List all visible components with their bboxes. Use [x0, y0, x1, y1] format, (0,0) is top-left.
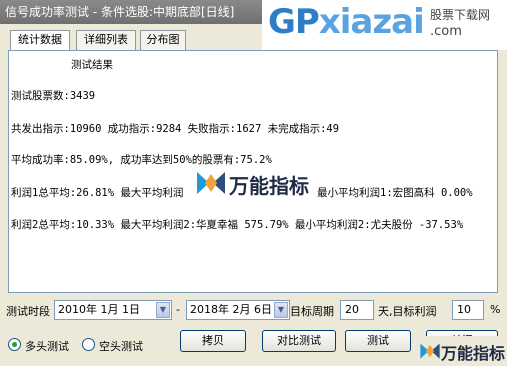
results-heading: 测试结果 — [71, 59, 113, 71]
long-test-label: 多头测试 — [25, 340, 69, 353]
bottom-watermark: 万能指标 — [417, 336, 507, 366]
watermark-xiazai: xiazai — [318, 2, 425, 42]
result-stock-count: 测试股票数:3439 — [11, 90, 96, 102]
result-profit1-avg: 利润1总平均:26.81% 最大平均利润 — [11, 187, 184, 199]
start-date-value: 2010年 1月 1日 — [58, 303, 140, 316]
center-watermark: 万能指标 — [195, 168, 315, 198]
short-test-label: 空头测试 — [99, 340, 143, 353]
result-profit1-min: 最小平均利润1:宏图高科 0.00% — [317, 187, 473, 199]
chevron-down-icon[interactable]: ▼ — [156, 302, 170, 318]
window-title: 信号成功率测试 - 条件选股:中期底部[日线] — [5, 5, 235, 19]
result-profit2: 利润2总平均:10.33% 最大平均利润2:华夏幸福 575.79% 最小平均利… — [11, 219, 464, 231]
test-window: 信号成功率测试 - 条件选股:中期底部[日线] GPxiazai 股票下载网 .… — [0, 0, 507, 366]
period-label: 测试时段 — [6, 305, 50, 318]
watermark-url: .com — [430, 24, 462, 39]
tab-distribution[interactable]: 分布图 — [140, 30, 186, 50]
target-period-label: 目标周期 — [290, 305, 334, 318]
test-button[interactable]: 测试 — [345, 330, 411, 352]
end-date-picker[interactable]: 2018年 2月 6日 ▼ — [186, 300, 290, 320]
result-signals: 共发出指示:10960 成功指示:9284 失败指示:1627 未完成指示:49 — [11, 123, 340, 135]
wanneng-logo-icon — [420, 343, 440, 359]
tab-stats[interactable]: 统计数据 — [10, 30, 70, 51]
radio-dot — [12, 342, 17, 347]
target-period-input[interactable]: 20 — [340, 300, 374, 320]
wanneng-logo-text: 万能指标 — [229, 174, 309, 198]
result-success-rate: 平均成功率:85.09%, 成功率达到50%的股票有:75.2% — [11, 154, 272, 166]
compare-test-button[interactable]: 对比测试 — [262, 330, 336, 352]
watermark-logo: GPxiazai — [268, 2, 425, 42]
watermark-cn: 股票下载网 — [430, 8, 491, 22]
radio-button[interactable] — [82, 338, 95, 351]
end-date-value: 2018年 2月 6日 — [190, 303, 272, 316]
percent-label: % — [490, 303, 501, 316]
radio-button[interactable] — [8, 338, 21, 351]
site-watermark: GPxiazai 股票下载网 .com — [262, 0, 507, 50]
chevron-down-icon[interactable]: ▼ — [274, 302, 288, 318]
wanneng-logo-text: 万能指标 — [441, 344, 506, 363]
target-profit-label: 天,目标利润 — [378, 305, 437, 318]
target-profit-input[interactable]: 10 — [452, 300, 484, 320]
wanneng-logo-icon — [197, 172, 225, 194]
start-date-picker[interactable]: 2010年 1月 1日 ▼ — [54, 300, 172, 320]
tab-detail-list[interactable]: 详细列表 — [76, 30, 136, 50]
date-dash: - — [176, 303, 180, 316]
copy-button[interactable]: 拷贝 — [180, 330, 246, 352]
watermark-gp: GP — [268, 2, 320, 42]
